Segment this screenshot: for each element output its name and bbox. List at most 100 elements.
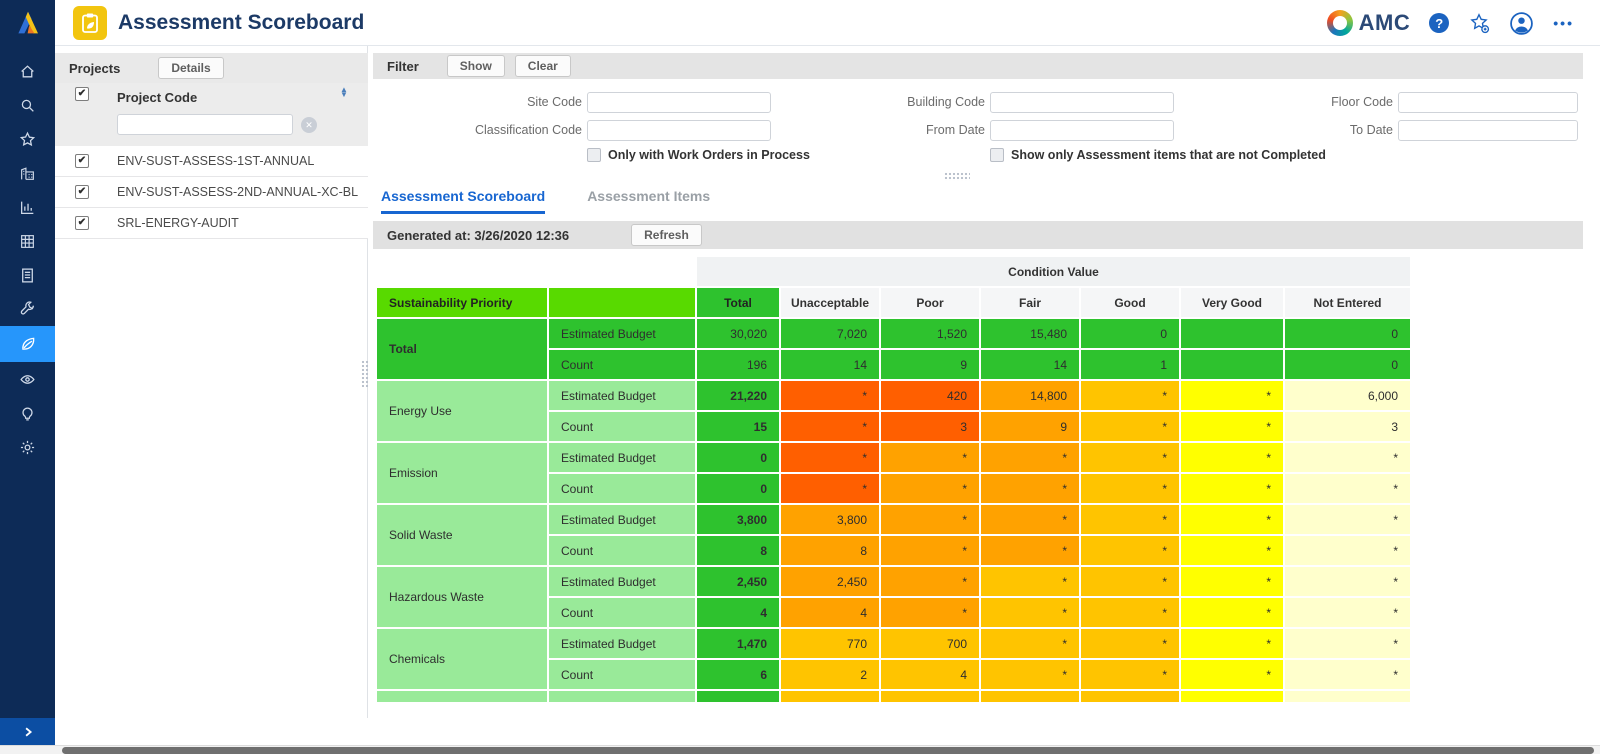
metric-label: Count xyxy=(549,536,695,565)
scoreboard-cell: 2,450 xyxy=(697,567,779,596)
scoreboard-cell: * xyxy=(1081,412,1179,441)
sidebar-item-sustainability[interactable] xyxy=(0,326,55,362)
row-checkbox[interactable]: ✔ xyxy=(75,216,89,230)
details-button[interactable]: Details xyxy=(158,57,223,79)
scoreboard-cell xyxy=(781,691,879,702)
show-button[interactable]: Show xyxy=(447,55,505,77)
scoreboard-cell: 6,000 xyxy=(1285,381,1410,410)
priority-label xyxy=(377,691,547,702)
sidebar-item-search[interactable] xyxy=(0,88,55,122)
scoreboard-cell: 1,470 xyxy=(697,629,779,658)
scoreboard-cell: 3 xyxy=(881,412,979,441)
clear-button[interactable]: Clear xyxy=(515,55,571,77)
site-code-input[interactable] xyxy=(587,92,771,113)
metric-label: Estimated Budget xyxy=(549,629,695,658)
sidebar-item-settings[interactable] xyxy=(0,430,55,464)
sidebar-item-favorites[interactable] xyxy=(0,122,55,156)
to-date-label: To Date xyxy=(1223,123,1393,137)
vertical-splitter-handle[interactable] xyxy=(361,360,370,387)
select-all-checkbox[interactable]: ✔ xyxy=(75,87,89,101)
sort-icon[interactable]: ▲ ▼ xyxy=(340,88,348,98)
scoreboard-table: Condition Value Sustainability Priority … xyxy=(375,255,1412,704)
scoreboard-cell: * xyxy=(781,381,879,410)
tab-assessment-scoreboard[interactable]: Assessment Scoreboard xyxy=(381,188,545,214)
scoreboard-cell: * xyxy=(1285,505,1410,534)
project-row[interactable]: ✔ ENV-SUST-ASSESS-2ND-ANNUAL-XC-BL xyxy=(55,177,368,208)
scoreboard-cell: 14,800 xyxy=(981,381,1079,410)
scoreboard-cell: * xyxy=(1081,474,1179,503)
not-completed-checkbox-group: Show only Assessment items that are not … xyxy=(990,148,1326,162)
scoreboard-cell: 0 xyxy=(1081,319,1179,348)
lightbulb-icon xyxy=(19,405,36,422)
sidebar-item-overview[interactable] xyxy=(0,362,55,396)
horizontal-scrollbar xyxy=(0,745,1600,754)
project-code: SRL-ENERGY-AUDIT xyxy=(117,216,239,230)
app-logo[interactable] xyxy=(0,0,55,46)
metric-label: Estimated Budget xyxy=(549,505,695,534)
to-date-input[interactable] xyxy=(1398,120,1578,141)
tab-assessment-items[interactable]: Assessment Items xyxy=(587,188,710,214)
work-orders-checkbox[interactable] xyxy=(587,148,601,162)
sidebar-item-maintenance[interactable] xyxy=(0,292,55,326)
horizontal-splitter-handle[interactable] xyxy=(944,172,970,181)
star-add-icon[interactable] xyxy=(1468,12,1490,34)
chevron-right-icon xyxy=(22,726,34,738)
sidebar-item-insights[interactable] xyxy=(0,396,55,430)
not-completed-checkbox[interactable] xyxy=(990,148,1004,162)
metric-label: Count xyxy=(549,598,695,627)
classification-code-input[interactable] xyxy=(587,120,771,141)
project-code: ENV-SUST-ASSESS-2ND-ANNUAL-XC-BL xyxy=(117,185,358,199)
column-header-fair: Fair xyxy=(981,288,1079,317)
scoreboard-cell: * xyxy=(1181,629,1283,658)
column-header-good: Good xyxy=(1081,288,1179,317)
metric-label: Count xyxy=(549,474,695,503)
scoreboard-cell: 0 xyxy=(1285,319,1410,348)
more-icon[interactable]: ••• xyxy=(1553,15,1574,31)
scoreboard-cell: 6 xyxy=(697,660,779,689)
scoreboard-cell xyxy=(1181,319,1283,348)
scoreboard-cell: 4 xyxy=(881,660,979,689)
sidebar-expand-button[interactable] xyxy=(0,718,55,746)
work-orders-checkbox-label: Only with Work Orders in Process xyxy=(608,148,810,162)
row-checkbox[interactable]: ✔ xyxy=(75,185,89,199)
scoreboard-cell: 0 xyxy=(697,443,779,472)
sidebar-item-home[interactable] xyxy=(0,54,55,88)
floor-code-input[interactable] xyxy=(1398,92,1578,113)
sidebar xyxy=(0,46,55,718)
scoreboard-cell: * xyxy=(881,536,979,565)
refresh-button[interactable]: Refresh xyxy=(631,224,702,246)
scoreboard-cell: * xyxy=(1181,505,1283,534)
scoreboard-cell: 4 xyxy=(781,598,879,627)
metric-label: Count xyxy=(549,412,695,441)
help-icon[interactable]: ? xyxy=(1429,13,1449,33)
row-checkbox[interactable]: ✔ xyxy=(75,154,89,168)
sidebar-item-reports[interactable] xyxy=(0,190,55,224)
project-row[interactable]: ✔ SRL-ENERGY-AUDIT xyxy=(55,208,368,239)
scoreboard-cell xyxy=(1181,691,1283,702)
scoreboard-cell: * xyxy=(1285,598,1410,627)
scoreboard-cell: 9 xyxy=(981,412,1079,441)
user-icon[interactable] xyxy=(1509,11,1534,36)
archibus-a-icon xyxy=(12,7,44,39)
scoreboard-cell: 8 xyxy=(697,536,779,565)
grid-icon xyxy=(19,233,36,250)
buildings-icon xyxy=(19,165,36,182)
assessment-clipboard-icon xyxy=(73,6,107,40)
scoreboard-cell: 3 xyxy=(1285,412,1410,441)
clear-filter-icon[interactable]: ✕ xyxy=(301,117,317,133)
scoreboard-cell: * xyxy=(1285,660,1410,689)
scrollbar-thumb[interactable] xyxy=(62,747,1594,754)
scoreboard-cell: * xyxy=(981,567,1079,596)
sidebar-item-buildings[interactable] xyxy=(0,156,55,190)
floor-code-label: Floor Code xyxy=(1223,95,1393,109)
project-row[interactable]: ✔ ENV-SUST-ASSESS-1ST-ANNUAL xyxy=(55,146,368,177)
scoreboard-cell: * xyxy=(1081,660,1179,689)
from-date-input[interactable] xyxy=(990,120,1174,141)
sidebar-item-documents[interactable] xyxy=(0,258,55,292)
scoreboard-cell: * xyxy=(881,443,979,472)
project-code-filter-input[interactable] xyxy=(117,114,293,135)
scoreboard-cell: * xyxy=(1285,536,1410,565)
project-code-column-header[interactable]: Project Code xyxy=(117,90,197,105)
building-code-input[interactable] xyxy=(990,92,1174,113)
sidebar-item-planner[interactable] xyxy=(0,224,55,258)
